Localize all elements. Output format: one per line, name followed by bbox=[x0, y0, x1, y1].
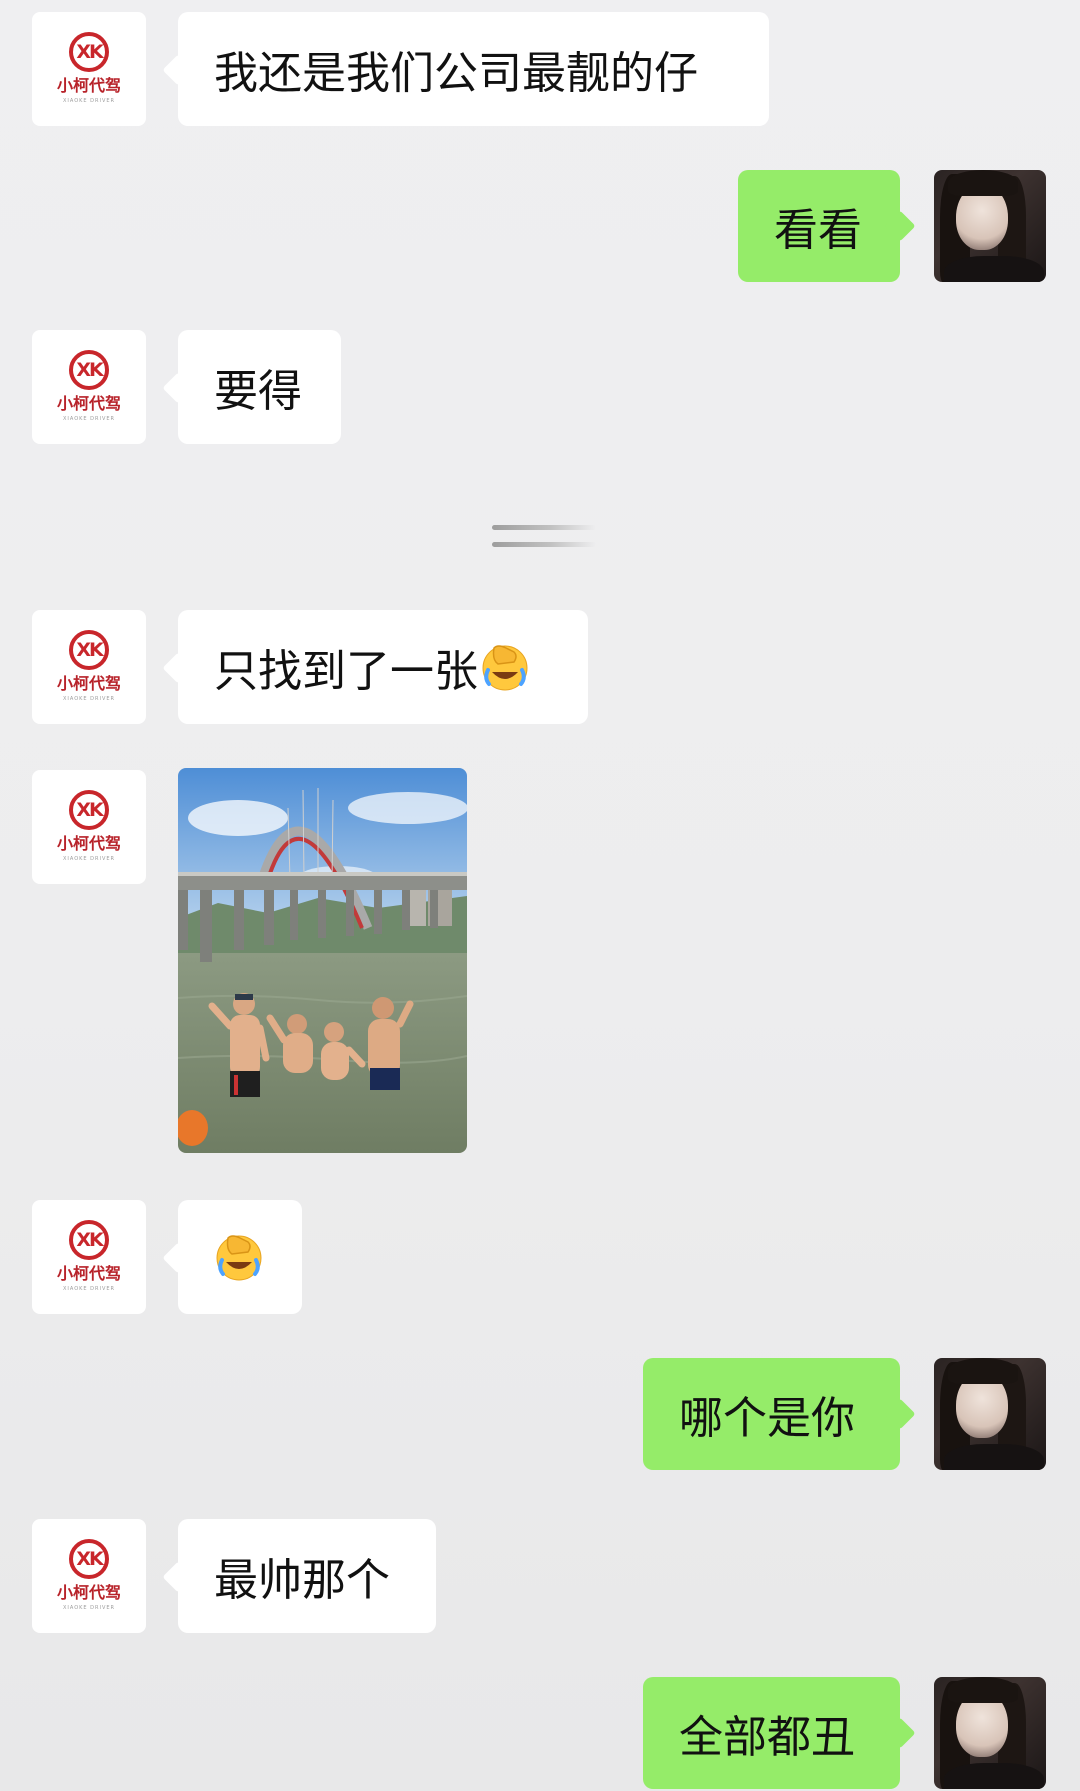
brand-logo-icon: XK bbox=[69, 1220, 109, 1260]
contact-avatar[interactable]: XK 小柯代驾 XIAOKE DRIVER bbox=[32, 330, 146, 444]
message-row: 哪个是你 bbox=[0, 1358, 1080, 1472]
brand-logo-icon: XK bbox=[69, 350, 109, 390]
message-text: 全部都丑 bbox=[679, 1712, 855, 1763]
brand-logo-subtitle: XIAOKE DRIVER bbox=[62, 696, 116, 702]
message-text: 看看 bbox=[774, 205, 862, 256]
group-photo-image bbox=[178, 768, 467, 1153]
brand-logo-subtitle: XIAOKE DRIVER bbox=[62, 1286, 116, 1292]
user-avatar[interactable] bbox=[934, 1677, 1046, 1789]
message-row: XK 小柯代驾 XIAOKE DRIVER bbox=[0, 1198, 1080, 1314]
message-bubble[interactable]: 看看 bbox=[738, 170, 900, 282]
message-bubble[interactable] bbox=[178, 1200, 302, 1314]
message-bubble[interactable]: 全部都丑 bbox=[643, 1677, 900, 1789]
loading-divider bbox=[492, 542, 596, 547]
brand-logo-name: 小柯代驾 bbox=[56, 674, 121, 693]
message-text: 只找到了一张 bbox=[214, 646, 478, 697]
message-bubble[interactable]: 我还是我们公司最靓的仔 bbox=[178, 12, 769, 126]
message-row: XK 小柯代驾 XIAOKE DRIVER 要得 bbox=[0, 328, 1080, 444]
brand-logo-subtitle: XIAOKE DRIVER bbox=[62, 98, 116, 104]
message-row: 看看 bbox=[0, 170, 1080, 284]
message-bubble[interactable]: 最帅那个 bbox=[178, 1519, 436, 1633]
brand-logo-subtitle: XIAOKE DRIVER bbox=[62, 416, 116, 422]
brand-logo-name: 小柯代驾 bbox=[56, 394, 121, 413]
user-avatar[interactable] bbox=[934, 170, 1046, 282]
message-row: XK 小柯代驾 XIAOKE DRIVER 只找到了一张 bbox=[0, 608, 1080, 724]
message-text: 我还是我们公司最靓的仔 bbox=[214, 48, 698, 99]
contact-avatar[interactable]: XK 小柯代驾 XIAOKE DRIVER bbox=[32, 12, 146, 126]
contact-avatar[interactable]: XK 小柯代驾 XIAOKE DRIVER bbox=[32, 1200, 146, 1314]
message-row: XK 小柯代驾 XIAOKE DRIVER bbox=[0, 768, 1080, 1158]
brand-logo-name: 小柯代驾 bbox=[56, 834, 121, 853]
message-bubble[interactable]: 要得 bbox=[178, 330, 341, 444]
contact-avatar[interactable]: XK 小柯代驾 XIAOKE DRIVER bbox=[32, 1519, 146, 1633]
brand-logo-subtitle: XIAOKE DRIVER bbox=[62, 856, 116, 862]
brand-logo-name: 小柯代驾 bbox=[56, 76, 121, 95]
facepalm-laughing-emoji-icon bbox=[482, 645, 528, 691]
photo-message[interactable] bbox=[178, 768, 467, 1153]
contact-avatar[interactable]: XK 小柯代驾 XIAOKE DRIVER bbox=[32, 770, 146, 884]
brand-logo-name: 小柯代驾 bbox=[56, 1264, 121, 1283]
brand-logo-icon: XK bbox=[69, 1539, 109, 1579]
message-bubble[interactable]: 哪个是你 bbox=[643, 1358, 900, 1470]
user-avatar[interactable] bbox=[934, 1358, 1046, 1470]
message-text: 哪个是你 bbox=[679, 1393, 855, 1444]
brand-logo-icon: XK bbox=[69, 32, 109, 72]
message-row: XK 小柯代驾 XIAOKE DRIVER 我还是我们公司最靓的仔 bbox=[0, 10, 1080, 126]
brand-logo-name: 小柯代驾 bbox=[56, 1583, 121, 1602]
brand-logo-icon: XK bbox=[69, 630, 109, 670]
message-bubble[interactable]: 只找到了一张 bbox=[178, 610, 588, 724]
brand-logo-icon: XK bbox=[69, 790, 109, 830]
loading-divider bbox=[492, 525, 596, 530]
message-row: 全部都丑 bbox=[0, 1677, 1080, 1791]
facepalm-laughing-emoji-icon bbox=[216, 1235, 262, 1281]
contact-avatar[interactable]: XK 小柯代驾 XIAOKE DRIVER bbox=[32, 610, 146, 724]
brand-logo-subtitle: XIAOKE DRIVER bbox=[62, 1605, 116, 1611]
message-row: XK 小柯代驾 XIAOKE DRIVER 最帅那个 bbox=[0, 1517, 1080, 1633]
message-text: 要得 bbox=[214, 366, 302, 417]
message-text: 最帅那个 bbox=[214, 1555, 390, 1606]
